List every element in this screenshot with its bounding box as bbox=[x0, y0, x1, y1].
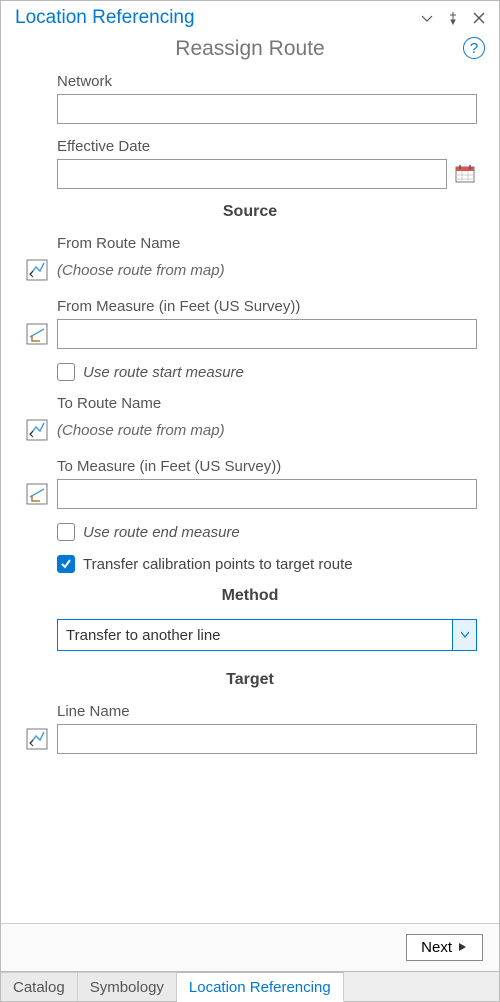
from-route-name-label: From Route Name bbox=[23, 235, 477, 252]
to-route-hint: (Choose route from map) bbox=[57, 422, 225, 439]
line-name-label: Line Name bbox=[23, 703, 477, 720]
collapse-icon[interactable] bbox=[417, 8, 437, 28]
line-name-input[interactable] bbox=[57, 724, 477, 754]
page-subtitle: Reassign Route bbox=[175, 37, 324, 60]
use-end-measure-row: Use route end measure bbox=[23, 523, 477, 541]
pane-title: Location Referencing bbox=[15, 7, 195, 29]
method-selected-text: Transfer to another line bbox=[66, 627, 221, 644]
transfer-calibration-checkbox[interactable] bbox=[57, 555, 75, 573]
target-heading: Target bbox=[23, 671, 477, 689]
close-icon[interactable] bbox=[469, 8, 489, 28]
pick-from-measure-icon[interactable] bbox=[23, 320, 51, 348]
titlebar: Location Referencing bbox=[1, 1, 499, 33]
subtitle-row: Reassign Route ? bbox=[1, 33, 499, 69]
to-measure-input[interactable] bbox=[57, 479, 477, 509]
from-route-hint: (Choose route from map) bbox=[57, 262, 225, 279]
pick-route-to-icon[interactable] bbox=[23, 416, 51, 444]
use-end-measure-checkbox[interactable] bbox=[57, 523, 75, 541]
effective-date-input[interactable] bbox=[57, 159, 447, 189]
network-input[interactable] bbox=[57, 94, 477, 124]
method-dropdown-button[interactable] bbox=[453, 619, 477, 651]
transfer-calibration-label: Transfer calibration points to target ro… bbox=[83, 556, 353, 573]
network-label: Network bbox=[23, 73, 477, 90]
transfer-calibration-row: Transfer calibration points to target ro… bbox=[23, 555, 477, 573]
arrow-right-icon bbox=[458, 939, 468, 956]
source-heading: Source bbox=[23, 203, 477, 221]
use-start-measure-checkbox[interactable] bbox=[57, 363, 75, 381]
next-button-label: Next bbox=[421, 939, 452, 956]
pick-line-icon[interactable] bbox=[23, 725, 51, 753]
pin-icon[interactable] bbox=[443, 8, 463, 28]
method-select[interactable]: Transfer to another line bbox=[57, 619, 453, 651]
calendar-icon[interactable] bbox=[455, 163, 477, 185]
method-heading: Method bbox=[23, 587, 477, 605]
use-start-measure-label: Use route start measure bbox=[83, 364, 244, 381]
tab-symbology[interactable]: Symbology bbox=[78, 972, 177, 1001]
from-measure-label: From Measure (in Feet (US Survey)) bbox=[23, 298, 477, 315]
from-measure-input[interactable] bbox=[57, 319, 477, 349]
footer: Next bbox=[1, 923, 499, 971]
next-button[interactable]: Next bbox=[406, 934, 483, 961]
pick-to-measure-icon[interactable] bbox=[23, 480, 51, 508]
to-measure-label: To Measure (in Feet (US Survey)) bbox=[23, 458, 477, 475]
to-route-name-label: To Route Name bbox=[23, 395, 477, 412]
use-end-measure-label: Use route end measure bbox=[83, 524, 240, 541]
pick-route-from-icon[interactable] bbox=[23, 256, 51, 284]
tabstrip: Catalog Symbology Location Referencing bbox=[1, 971, 499, 1001]
location-referencing-pane: Location Referencing Reassign Route ? Ne… bbox=[0, 0, 500, 1002]
tab-location-referencing[interactable]: Location Referencing bbox=[177, 972, 344, 1002]
content: Network Effective Date bbox=[1, 69, 499, 923]
use-start-measure-row: Use route start measure bbox=[23, 363, 477, 381]
effective-date-label: Effective Date bbox=[23, 138, 477, 155]
help-icon[interactable]: ? bbox=[463, 37, 485, 59]
tab-catalog[interactable]: Catalog bbox=[1, 972, 78, 1001]
